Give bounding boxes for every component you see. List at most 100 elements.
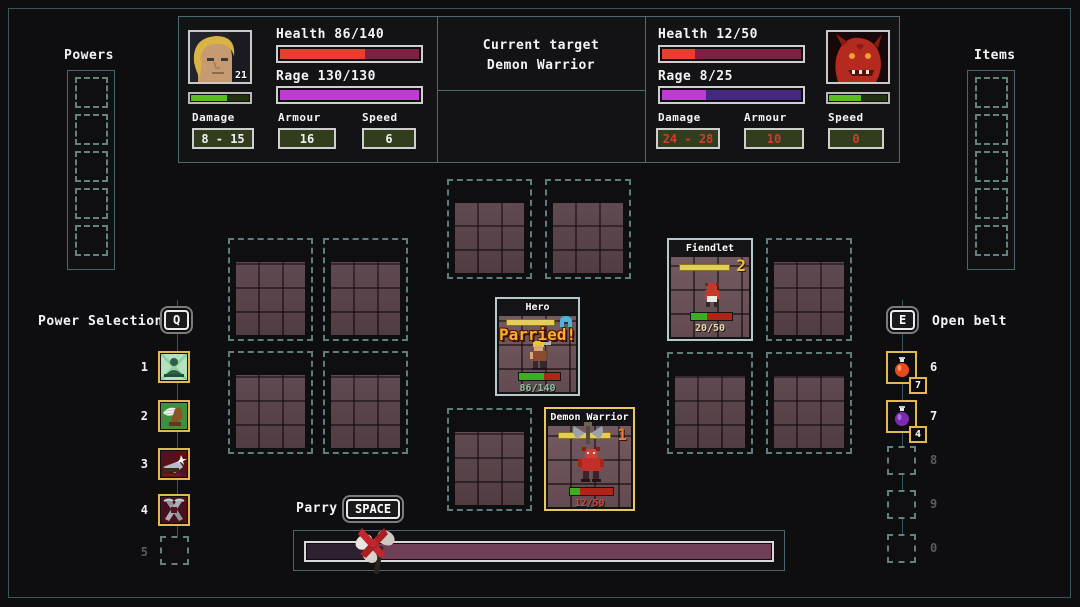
grid-cell[interactable] (228, 238, 313, 341)
power-slot-2[interactable] (158, 400, 190, 432)
unit-hero[interactable]: Hero Parried! 86/140 (495, 297, 580, 396)
belt-slot-9-number: 9 (930, 497, 937, 511)
player-armour-label: Armour (278, 111, 321, 124)
demon-hp-text: 12/50 (546, 498, 633, 509)
powers-slot[interactable] (75, 114, 108, 145)
unit-demon-warrior-name: Demon Warrior (546, 412, 633, 423)
power-slot-2-number: 2 (134, 409, 148, 423)
belt-slot-0-number: 0 (930, 541, 937, 555)
items-slot[interactable] (975, 188, 1008, 219)
floor-tiles (331, 262, 400, 335)
powers-slot[interactable] (75, 225, 108, 256)
crossed-axes-power-icon (161, 497, 187, 523)
belt-slot-6-number: 6 (930, 360, 937, 374)
fiendlet-initiative: 2 (736, 256, 746, 275)
floor-tiles (455, 432, 524, 505)
current-target-name: Demon Warrior (438, 58, 644, 73)
player-rage-bar (276, 86, 423, 104)
items-title: Items (974, 48, 1016, 63)
grid-cell[interactable] (667, 352, 753, 454)
belt-slot-7[interactable]: 4 (886, 400, 917, 433)
enemy-damage-value: 24 - 28 (656, 128, 720, 149)
unit-hero-name: Hero (497, 302, 578, 313)
power-selection-key[interactable]: Q (160, 306, 193, 334)
powers-title: Powers (64, 48, 114, 63)
open-belt-label: Open belt (932, 314, 1007, 329)
current-target-label: Current target (438, 38, 644, 53)
enemy-damage-label: Damage (658, 111, 701, 124)
belt-slot-6[interactable]: 7 (886, 351, 917, 384)
belt-slot-8-number: 8 (930, 453, 937, 467)
power-selection-label: Power Selection (38, 314, 163, 329)
floor-tiles (455, 203, 524, 273)
player-damage-value: 8 - 15 (192, 128, 254, 149)
enemy-speed-label: Speed (828, 111, 864, 124)
powers-slot[interactable] (75, 188, 108, 219)
hero-hp-bar (518, 372, 561, 381)
enemy-portrait (826, 30, 890, 84)
power-slot-1-number: 1 (134, 360, 148, 374)
meditate-power-icon (161, 354, 187, 380)
power-slot-4[interactable] (158, 494, 190, 526)
unit-fiendlet[interactable]: Fiendlet 2 20/50 (667, 238, 753, 341)
belt-slot-8[interactable] (887, 446, 916, 475)
unit-fiendlet-name: Fiendlet (669, 243, 751, 254)
parry-key[interactable]: SPACE (342, 495, 404, 523)
grid-cell[interactable] (447, 179, 532, 279)
player-damage-label: Damage (192, 111, 235, 124)
belt-slot-6-count: 7 (909, 377, 927, 394)
belt-slot-0[interactable] (887, 534, 916, 563)
items-slot[interactable] (975, 151, 1008, 182)
powers-slot[interactable] (75, 151, 108, 182)
enemy-portrait-image (828, 32, 888, 82)
power-slot-5[interactable] (160, 536, 189, 565)
grid-cell[interactable] (766, 238, 852, 341)
player-health-label: Health 86/140 (276, 27, 384, 42)
enemy-health-label: Health 12/50 (658, 27, 758, 42)
enemy-rage-label: Rage 8/25 (658, 69, 733, 84)
powers-slot[interactable] (75, 77, 108, 108)
header-divider-right (645, 16, 646, 163)
player-level: 21 (235, 70, 247, 81)
items-panel (967, 70, 1015, 270)
enemy-speed-value: 0 (828, 128, 884, 149)
target-box-divider (438, 90, 645, 91)
power-slot-1[interactable] (158, 351, 190, 383)
grid-cell[interactable] (323, 238, 408, 341)
axe-marker-icon (571, 422, 605, 446)
floor-tiles (236, 375, 305, 448)
unit-demon-warrior[interactable]: Demon Warrior 1 12/50 (544, 407, 635, 511)
floor-tiles (331, 375, 400, 448)
purple-potion-icon (893, 406, 911, 428)
grid-cell[interactable] (766, 352, 852, 454)
floor-tiles (774, 262, 844, 335)
items-slot[interactable] (975, 77, 1008, 108)
parry-label: Parry (296, 501, 338, 516)
floor-tiles (236, 262, 305, 335)
items-slot[interactable] (975, 114, 1008, 145)
fiendlet-turn-bar (679, 264, 730, 271)
grid-cell[interactable] (323, 351, 408, 454)
open-belt-key[interactable]: E (886, 306, 919, 334)
winged-boot-power-icon (161, 403, 187, 429)
fiendlet-hp-text: 20/50 (669, 323, 751, 334)
belt-slot-9[interactable] (887, 490, 916, 519)
grid-cell[interactable] (447, 408, 532, 511)
red-potion-icon (893, 357, 911, 379)
power-slot-5-number: 5 (134, 545, 148, 559)
floor-tiles (675, 376, 745, 448)
fiendlet-sprite (700, 282, 724, 309)
enemy-armour-value: 10 (744, 128, 804, 149)
power-slot-3[interactable] (158, 448, 190, 480)
player-portrait: 21 (188, 30, 252, 84)
items-slot[interactable] (975, 225, 1008, 256)
player-speed-value: 6 (362, 128, 416, 149)
player-speed-label: Speed (362, 111, 398, 124)
enemy-rage-bar (658, 86, 805, 104)
power-slot-3-number: 3 (134, 457, 148, 471)
hero-hp-text: 86/140 (497, 383, 578, 394)
enemy-health-bar (658, 45, 805, 63)
grid-cell[interactable] (545, 179, 631, 279)
grid-cell[interactable] (228, 351, 313, 454)
demon-initiative: 1 (617, 425, 627, 444)
